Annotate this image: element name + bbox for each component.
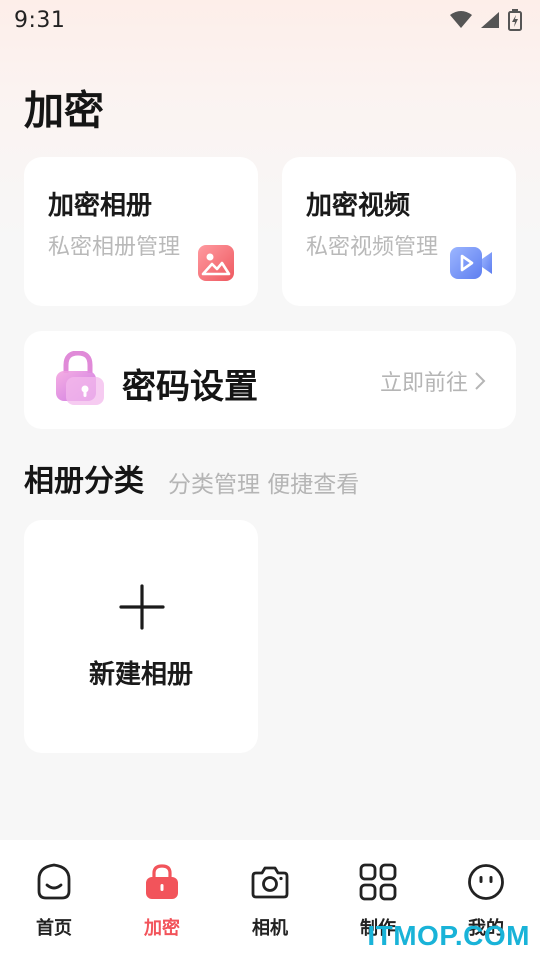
battery-charging-icon [508, 9, 522, 31]
section-title: 相册分类 [24, 464, 144, 499]
lock-icon [146, 864, 178, 899]
password-settings-card[interactable]: 密码设置 立即前往 [24, 331, 516, 429]
grid-icon [359, 863, 397, 901]
status-bar: 9:31 [0, 0, 540, 40]
smiley-icon [468, 864, 504, 900]
encrypted-video-card[interactable]: 加密视频 私密视频管理 [282, 157, 516, 306]
card-title: 加密相册 [48, 191, 153, 221]
card-subtitle: 私密视频管理 [306, 235, 439, 260]
lock-icon [56, 351, 104, 405]
tab-camera[interactable]: 相机 [216, 840, 324, 960]
cellular-signal-icon [481, 12, 499, 28]
tab-encrypt[interactable]: 加密 [108, 840, 216, 960]
status-time: 9:31 [14, 7, 66, 33]
password-settings-title: 密码设置 [122, 367, 258, 407]
camera-icon [251, 866, 289, 899]
chevron-right-icon [475, 372, 486, 390]
card-title: 加密视频 [306, 191, 411, 221]
section-subtitle: 分类管理 便捷查看 [168, 472, 360, 498]
go-now-link[interactable]: 立即前往 [380, 365, 486, 397]
picture-icon [198, 245, 234, 281]
new-album-label: 新建相册 [88, 660, 193, 690]
new-album-button[interactable]: 新建相册 [24, 520, 258, 753]
tab-home[interactable]: 首页 [0, 840, 108, 960]
card-subtitle: 私密相册管理 [48, 235, 181, 260]
plus-icon [119, 584, 165, 630]
encrypted-album-card[interactable]: 加密相册 私密相册管理 [24, 157, 258, 306]
status-icons [450, 9, 522, 31]
tab-label: 首页 [36, 918, 72, 939]
tab-label: 加密 [144, 918, 180, 939]
video-camera-icon [450, 247, 492, 279]
go-now-label: 立即前往 [379, 371, 468, 396]
wifi-icon [450, 11, 472, 28]
page-title: 加密 [24, 88, 104, 134]
home-face-icon [37, 863, 71, 900]
tab-label: 相机 [252, 918, 288, 939]
watermark-logo: ITMOP.COM [367, 920, 530, 951]
